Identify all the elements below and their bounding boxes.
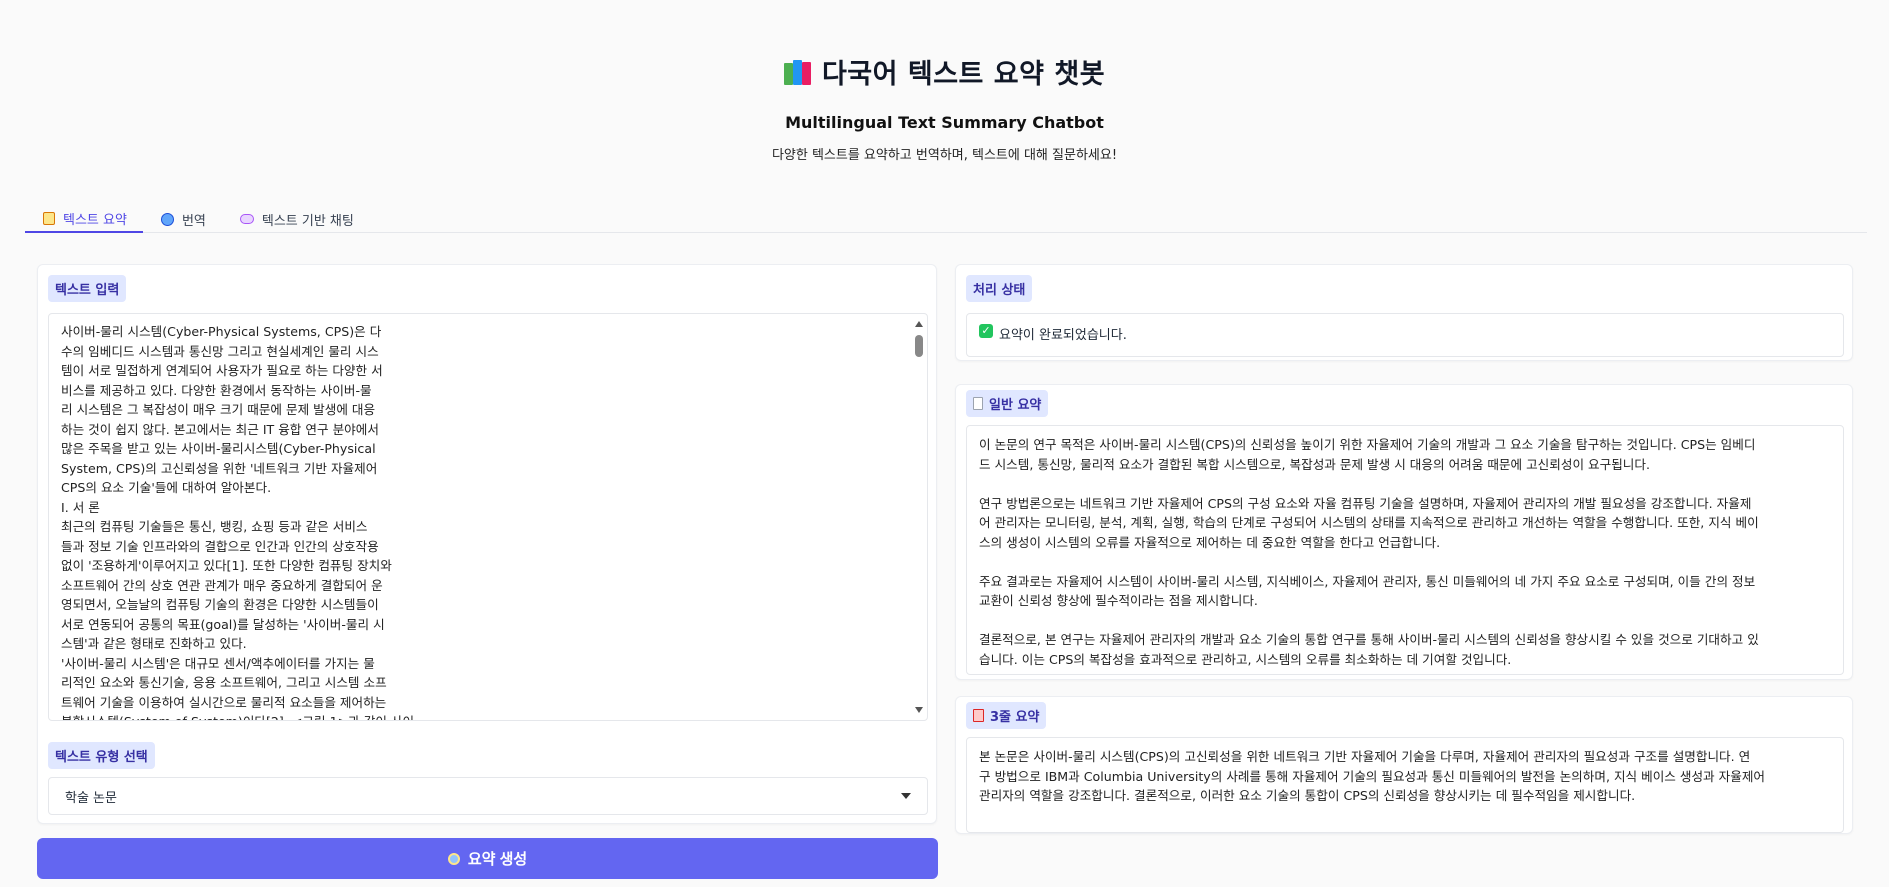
document-icon (973, 397, 983, 410)
tagline: 다양한 텍스트를 요약하고 번역하며, 텍스트에 대해 질문하세요! (771, 148, 1118, 163)
text-type-value: 학술 논문 (65, 790, 117, 806)
status-label: 처리 상태 (966, 275, 1033, 302)
speech-bubble-icon (239, 214, 254, 224)
general-summary-output: 이 논문의 연구 목적은 사이버-물리 시스템(CPS)의 신뢰성을 높이기 위… (966, 425, 1844, 675)
text-type-label: 텍스트 유형 선택 (48, 742, 155, 769)
header: 다국어 텍스트 요약 챗봇 Multilingual Text Summary … (0, 0, 1889, 163)
general-summary-panel: 일반 요약 이 논문의 연구 목적은 사이버-물리 시스템(CPS)의 신뢰성을… (955, 384, 1853, 680)
tab-bar: 텍스트 요약 번역 텍스트 기반 채팅 (25, 205, 1867, 233)
status-message: 요약이 완료되었습니다. (999, 328, 1127, 343)
chevron-down-icon (901, 793, 911, 799)
tab-text-summary[interactable]: 텍스트 요약 (25, 205, 143, 233)
scroll-thumb[interactable] (915, 335, 923, 357)
check-icon: ✓ (979, 324, 993, 338)
status-panel: 처리 상태 ✓ 요약이 완료되었습니다. (955, 264, 1853, 361)
books-icon (783, 59, 812, 85)
globe-icon (160, 212, 174, 226)
input-panel: 텍스트 입력 사이버-물리 시스템(Cyber-Physical Systems… (37, 264, 937, 824)
memo-icon (43, 211, 55, 225)
general-summary-label: 일반 요약 (966, 390, 1049, 417)
tab-label: 텍스트 기반 채팅 (261, 213, 354, 229)
text-input-field[interactable]: 사이버-물리 시스템(Cyber-Physical Systems, CPS)은… (48, 313, 928, 721)
tab-label: 번역 (181, 213, 206, 229)
tab-translation[interactable]: 번역 (143, 205, 222, 233)
three-line-summary-label: 3줄 요약 (966, 702, 1047, 729)
subtitle: Multilingual Text Summary Chatbot (785, 113, 1104, 132)
tab-label: 텍스트 요약 (63, 212, 127, 228)
title-row: 다국어 텍스트 요약 챗봇 (0, 52, 1889, 91)
text-input-label: 텍스트 입력 (48, 275, 127, 302)
three-line-summary-panel: 3줄 요약 본 논문은 사이버-물리 시스템(CPS)의 고신뢰성을 위한 네트… (955, 696, 1853, 834)
clipboard-icon (973, 709, 984, 722)
generate-summary-label: 요약 생성 (467, 851, 528, 868)
textarea-scrollbar[interactable] (914, 321, 924, 713)
tab-text-chat[interactable]: 텍스트 기반 채팅 (222, 205, 370, 233)
scroll-down-icon[interactable] (915, 707, 923, 713)
status-output: ✓ 요약이 완료되었습니다. (966, 313, 1844, 357)
text-type-select[interactable]: 학술 논문 (48, 777, 928, 815)
magnifier-icon (447, 852, 460, 865)
page-title: 다국어 텍스트 요약 챗봇 (821, 59, 1106, 90)
three-line-summary-output: 본 논문은 사이버-물리 시스템(CPS)의 고신뢰성을 위한 네트워크 기반 … (966, 737, 1844, 833)
scroll-up-icon[interactable] (915, 321, 923, 327)
generate-summary-button[interactable]: 요약 생성 (37, 838, 938, 879)
